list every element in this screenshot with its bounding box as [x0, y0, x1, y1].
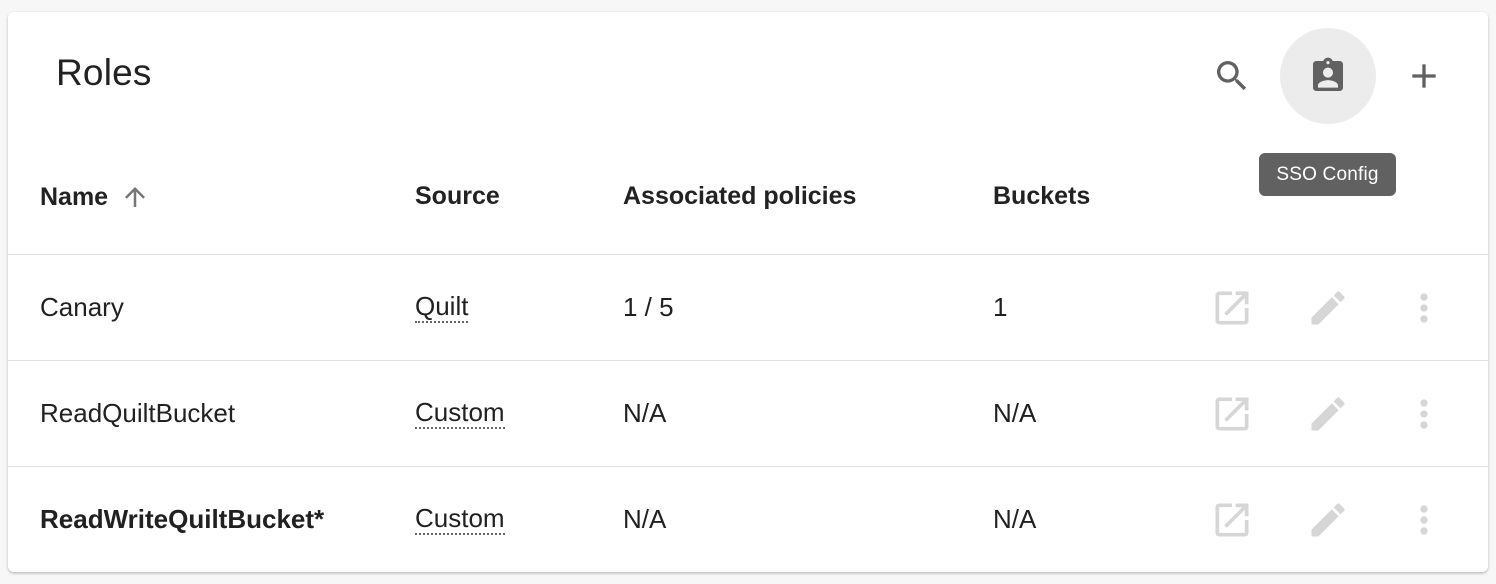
more-button[interactable]: [1402, 286, 1446, 330]
pencil-icon: [1311, 397, 1345, 431]
edit-button[interactable]: [1306, 392, 1350, 436]
role-buckets: N/A: [993, 504, 1037, 534]
table-row: ReadQuiltBucket Custom N/A N/A: [8, 361, 1488, 467]
more-vert-icon: [1420, 505, 1428, 535]
open-button[interactable]: [1210, 286, 1254, 330]
sso-config-tooltip: SSO Config: [1259, 153, 1396, 196]
open-button[interactable]: [1210, 392, 1254, 436]
role-source: Custom: [415, 467, 505, 572]
toolbar: Roles: [8, 12, 1488, 140]
clipboard-account-icon: [1313, 57, 1343, 91]
plus-icon: [1412, 64, 1436, 88]
open-in-new-icon: [1215, 397, 1249, 431]
column-header-policies[interactable]: Associated policies: [623, 182, 856, 211]
role-buckets: N/A: [993, 398, 1037, 428]
role-source: Quilt: [415, 255, 469, 360]
search-icon: [1217, 61, 1247, 91]
role-source: Custom: [415, 361, 505, 466]
role-policies: N/A: [623, 398, 667, 428]
pencil-icon: [1311, 503, 1345, 537]
page-title: Roles: [56, 52, 152, 93]
open-button[interactable]: [1210, 498, 1254, 542]
role-buckets: 1: [993, 292, 1008, 322]
search-button[interactable]: [1184, 28, 1280, 124]
open-in-new-icon: [1215, 291, 1249, 325]
role-policies: N/A: [623, 504, 667, 534]
role-policies: 1 / 5: [623, 292, 674, 322]
table-row: Canary Quilt 1 / 5 1: [8, 255, 1488, 361]
column-header-source[interactable]: Source: [415, 182, 500, 211]
role-name: Canary: [40, 292, 124, 322]
more-button[interactable]: [1402, 392, 1446, 436]
role-name: ReadQuiltBucket: [40, 398, 236, 428]
more-vert-icon: [1420, 293, 1428, 323]
column-header-buckets[interactable]: Buckets: [993, 182, 1090, 211]
role-name: ReadWriteQuiltBucket*: [40, 504, 325, 534]
source-link[interactable]: Quilt: [415, 292, 469, 323]
sso-config-button[interactable]: [1280, 28, 1376, 124]
arrow-up-icon: [125, 187, 146, 207]
column-header-name[interactable]: Name: [40, 182, 150, 212]
add-role-button[interactable]: [1376, 28, 1472, 124]
source-link[interactable]: Custom: [415, 398, 505, 429]
more-button[interactable]: [1402, 498, 1446, 542]
edit-button[interactable]: [1306, 286, 1350, 330]
open-in-new-icon: [1215, 503, 1249, 537]
source-link[interactable]: Custom: [415, 504, 505, 535]
roles-card: Roles Name Source Associated policies Bu: [8, 12, 1488, 572]
table-row: ReadWriteQuiltBucket* Custom N/A N/A: [8, 467, 1488, 572]
more-vert-icon: [1420, 399, 1428, 429]
edit-button[interactable]: [1306, 498, 1350, 542]
pencil-icon: [1311, 291, 1345, 325]
